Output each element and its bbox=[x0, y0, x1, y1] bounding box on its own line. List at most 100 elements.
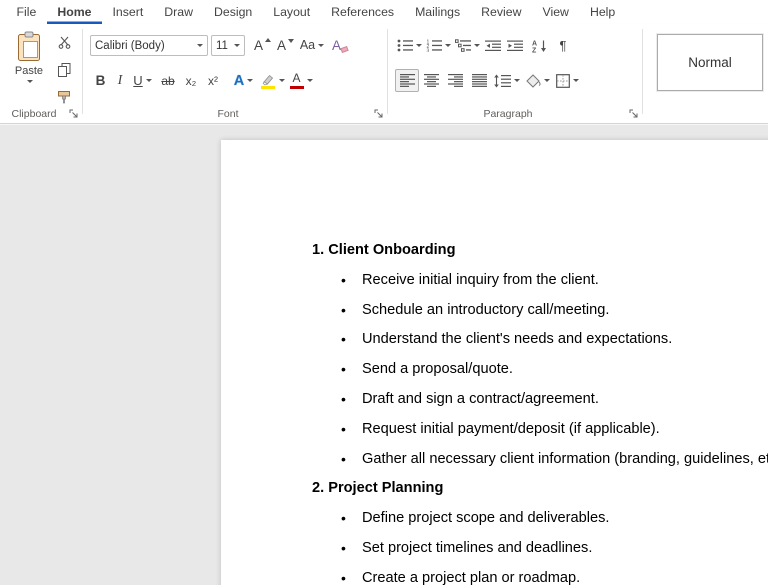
bullet-item: • Draft and sign a contract/agreement. bbox=[312, 385, 768, 415]
line-spacing-icon bbox=[493, 74, 511, 88]
bold-button[interactable]: B bbox=[90, 69, 111, 92]
cut-button[interactable] bbox=[52, 31, 76, 54]
bullet-item: • Receive initial inquiry from the clien… bbox=[312, 266, 768, 296]
font-name-value: Calibri (Body) bbox=[95, 39, 165, 52]
grow-font-button[interactable]: A bbox=[251, 34, 274, 57]
font-color-icon: A bbox=[289, 72, 304, 89]
tab-insert[interactable]: Insert bbox=[102, 0, 154, 24]
underline-button[interactable]: U bbox=[129, 69, 156, 92]
bullet-item: • Gather all necessary client informatio… bbox=[312, 445, 768, 475]
clipboard-dialog-launcher[interactable] bbox=[68, 108, 79, 119]
bullet-item: • Send a proposal/quote. bbox=[312, 355, 768, 385]
line-spacing-button[interactable] bbox=[491, 69, 522, 92]
align-center-button[interactable] bbox=[419, 69, 443, 92]
bullet-icon: • bbox=[341, 301, 346, 318]
tab-design[interactable]: Design bbox=[203, 0, 262, 24]
align-left-button[interactable] bbox=[395, 69, 419, 92]
text-effects-button[interactable]: A bbox=[230, 69, 257, 92]
clear-formatting-button[interactable]: A bbox=[327, 34, 353, 57]
bullets-button[interactable] bbox=[395, 34, 424, 57]
sort-icon: A Z bbox=[531, 39, 548, 53]
bullet-text: Gather all necessary client information … bbox=[362, 450, 768, 467]
tab-draw[interactable]: Draw bbox=[154, 0, 204, 24]
paragraph-dialog-launcher[interactable] bbox=[628, 108, 639, 119]
align-right-button[interactable] bbox=[443, 69, 467, 92]
multilevel-list-button[interactable] bbox=[453, 34, 482, 57]
align-right-icon bbox=[447, 74, 463, 87]
clipboard-group-label: Clipboard bbox=[11, 108, 57, 120]
bullet-icon: • bbox=[341, 450, 346, 467]
font-color-button[interactable]: A bbox=[287, 69, 315, 92]
chevron-down-icon bbox=[247, 79, 254, 82]
tab-view[interactable]: View bbox=[532, 0, 579, 24]
ribbon: Paste Clipboard Calibri (Body) 11 A A Aa… bbox=[0, 24, 768, 124]
bullet-text: Understand the client's needs and expect… bbox=[362, 331, 673, 348]
document-page[interactable]: 1. Client Onboarding • Receive initial i… bbox=[221, 140, 768, 585]
section-heading: 1. Client Onboarding bbox=[312, 242, 456, 258]
text-highlight-button[interactable] bbox=[257, 69, 287, 92]
tab-help[interactable]: Help bbox=[579, 0, 625, 24]
bullet-icon: • bbox=[341, 569, 346, 585]
font-group: Calibri (Body) 11 A A Aa A B I U ab x₂ x… bbox=[83, 24, 387, 123]
copy-button[interactable] bbox=[52, 58, 76, 81]
tab-references[interactable]: References bbox=[321, 0, 405, 24]
superscript-button[interactable]: x² bbox=[202, 69, 224, 92]
decrease-indent-button[interactable] bbox=[482, 34, 504, 57]
chevron-down-icon bbox=[445, 44, 451, 47]
bullet-text: Send a proposal/quote. bbox=[362, 361, 513, 378]
chevron-down-icon bbox=[416, 44, 422, 47]
borders-grid-icon bbox=[555, 73, 570, 88]
bullet-icon: • bbox=[341, 390, 346, 407]
change-case-button[interactable]: Aa bbox=[297, 34, 327, 57]
style-name: Normal bbox=[688, 55, 732, 70]
section-heading: 2. Project Planning bbox=[312, 480, 444, 497]
bullet-item: • Understand the client's needs and expe… bbox=[312, 325, 768, 355]
subscript-button[interactable]: x₂ bbox=[180, 69, 202, 92]
bullet-icon: • bbox=[341, 331, 346, 348]
shrink-font-button[interactable]: A bbox=[274, 34, 297, 57]
chevron-down-icon bbox=[474, 44, 480, 47]
justify-button[interactable] bbox=[467, 69, 491, 92]
font-dialog-launcher[interactable] bbox=[373, 108, 384, 119]
svg-text:3: 3 bbox=[427, 48, 430, 52]
format-painter-icon bbox=[57, 90, 71, 104]
style-normal-item[interactable]: Normal bbox=[657, 34, 763, 91]
paste-label: Paste bbox=[14, 65, 44, 77]
decrease-indent-icon bbox=[485, 40, 501, 52]
eraser-icon bbox=[340, 45, 349, 54]
chevron-down-icon bbox=[145, 79, 152, 82]
font-size-value: 11 bbox=[216, 39, 228, 52]
bullet-text: Draft and sign a contract/agreement. bbox=[362, 390, 599, 407]
numbering-button[interactable]: 1 2 3 bbox=[424, 34, 453, 57]
strikethrough-button[interactable]: ab bbox=[156, 69, 180, 92]
bullet-item: • Request initial payment/deposit (if ap… bbox=[312, 415, 768, 445]
tab-mailings[interactable]: Mailings bbox=[405, 0, 471, 24]
clipboard-group: Paste Clipboard bbox=[0, 24, 82, 123]
chevron-down-icon bbox=[234, 44, 240, 47]
shading-button[interactable] bbox=[522, 69, 552, 92]
paste-button[interactable]: Paste bbox=[8, 31, 50, 107]
font-name-combobox[interactable]: Calibri (Body) bbox=[90, 35, 208, 56]
align-center-icon bbox=[423, 74, 439, 87]
tab-review[interactable]: Review bbox=[471, 0, 532, 24]
tab-layout[interactable]: Layout bbox=[263, 0, 321, 24]
paragraph-group-label: Paragraph bbox=[483, 108, 533, 120]
paragraph-group: 1 2 3 A Z ¶ Paragraph bbox=[388, 24, 642, 123]
borders-button[interactable] bbox=[552, 69, 582, 92]
bullet-item: • Define project scope and deliverables. bbox=[312, 504, 768, 534]
increase-indent-button[interactable] bbox=[504, 34, 526, 57]
font-size-combobox[interactable]: 11 bbox=[211, 35, 245, 56]
show-paragraph-marks-button[interactable]: ¶ bbox=[553, 34, 573, 57]
chevron-down-icon bbox=[514, 79, 520, 82]
bullet-text: Request initial payment/deposit (if appl… bbox=[362, 420, 660, 437]
tab-file[interactable]: File bbox=[6, 0, 47, 24]
format-painter-button[interactable] bbox=[52, 85, 76, 108]
bullet-icon: • bbox=[341, 420, 346, 437]
bullet-text: Set project timelines and deadlines. bbox=[362, 539, 593, 556]
sort-button[interactable]: A Z bbox=[526, 34, 553, 57]
document-canvas: 1. Client Onboarding • Receive initial i… bbox=[0, 125, 768, 585]
tab-home[interactable]: Home bbox=[47, 0, 102, 24]
increase-indent-icon bbox=[507, 40, 523, 52]
chevron-down-icon bbox=[278, 79, 285, 82]
italic-button[interactable]: I bbox=[111, 69, 129, 92]
